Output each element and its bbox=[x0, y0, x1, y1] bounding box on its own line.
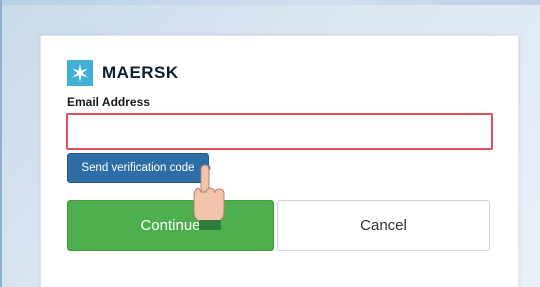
hand-pointer-icon bbox=[193, 163, 225, 230]
cancel-button[interactable]: Cancel bbox=[277, 200, 490, 251]
brand-name: MAERSK bbox=[102, 63, 179, 82]
email-field-highlight bbox=[66, 113, 493, 150]
login-card: MAERSK Email Address Send verification c… bbox=[40, 35, 519, 287]
email-label: Email Address bbox=[67, 95, 150, 109]
maersk-star-icon bbox=[67, 60, 93, 86]
brand-logo: MAERSK bbox=[67, 60, 179, 86]
window-left-edge bbox=[0, 0, 2, 287]
email-field[interactable] bbox=[68, 115, 491, 148]
continue-button[interactable]: Continue bbox=[67, 200, 274, 251]
window-top-strip bbox=[0, 0, 540, 5]
